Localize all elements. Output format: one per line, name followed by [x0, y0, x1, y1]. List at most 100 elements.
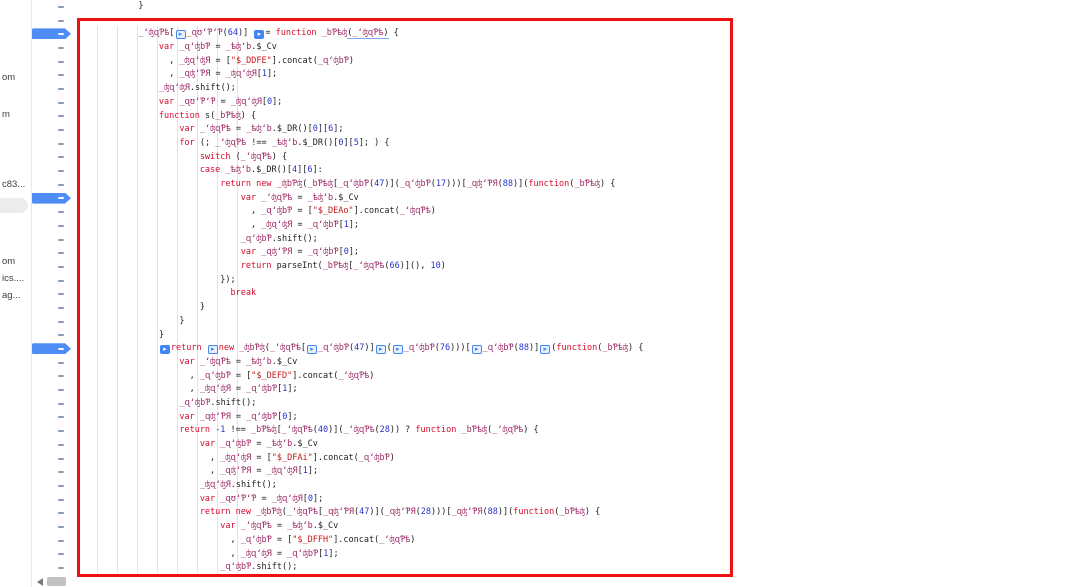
gutter-cell[interactable]: [33, 329, 72, 343]
code-text: }: [77, 315, 184, 329]
gutter-cell[interactable]: [33, 465, 72, 479]
gutter-cell[interactable]: [33, 178, 72, 192]
code-line: return -1 !== _bƤѣʤ[_ʻʤɋƤѣ(40)](_ʻʤɋƤѣ(2…: [33, 424, 1080, 438]
gutter-cell[interactable]: [33, 41, 72, 55]
gutter-cell[interactable]: [33, 96, 72, 110]
code-text: function s(_bƤѣʤ) {: [77, 110, 256, 124]
gutter-cell[interactable]: [33, 110, 72, 124]
file-tree-selection-highlight[interactable]: [0, 198, 28, 213]
inline-breakpoint-icon[interactable]: ▸: [540, 345, 550, 354]
inline-breakpoint-icon[interactable]: ▸: [307, 345, 317, 354]
gutter-dash: [58, 184, 64, 186]
gutter-cell[interactable]: [33, 287, 72, 301]
gutter-dash: [58, 403, 64, 405]
code-text: return parseInt(_bƤѣʤ[_ʻʤɋƤѣ(66)](), 10): [77, 260, 446, 274]
gutter-cell[interactable]: [33, 260, 72, 274]
code-text: , _ɋʻʤbƤ = ["$_DEAo"].concat(_ʻʤɋƤѣ): [77, 205, 436, 219]
file-tree-item[interactable]: ics....: [2, 273, 24, 284]
gutter-cell[interactable]: [33, 424, 72, 438]
gutter-cell[interactable]: [33, 356, 72, 370]
code-text: var _ʻʤɋƤѣ = _ѣʤʻb.$_Cv: [77, 192, 359, 206]
code-line: function s(_bƤѣʤ) {: [33, 110, 1080, 124]
inline-breakpoint-icon[interactable]: ▸: [254, 30, 264, 39]
gutter-cell[interactable]: [33, 137, 72, 151]
gutter-dash: [58, 47, 64, 49]
code-line: _ɋʻʤbƤ.shift();: [33, 233, 1080, 247]
code-area[interactable]: } _ʻʤɋƤѣ[▸_ɋʊʻƤʻƤ(64)] ▸= function _bƤѣʤ(…: [33, 0, 1080, 575]
breakpoint-badge[interactable]: [31, 343, 71, 354]
gutter-cell[interactable]: [33, 534, 72, 548]
file-tree-item[interactable]: om: [2, 256, 15, 267]
file-tree-panel: om m c83... om ics.... ag...: [0, 0, 32, 587]
h-scrollbar[interactable]: [33, 576, 733, 587]
file-tree-item[interactable]: c83...: [2, 179, 25, 190]
gutter-dash: [58, 471, 64, 473]
gutter-cell[interactable]: [33, 397, 72, 411]
code-text: var _ɋʊʻƤʻƤ = _ʤɋʻʤЯ[0];: [77, 96, 282, 110]
gutter-cell[interactable]: [33, 520, 72, 534]
code-line: , _ʤɋʻʤЯ = _ɋʻʤbƤ[1];: [33, 383, 1080, 397]
gutter-cell[interactable]: [33, 192, 72, 206]
code-line: }: [33, 329, 1080, 343]
code-text: var _ʻʤɋƤѣ = _ѣʤʻb.$_DR()[0][6];: [77, 123, 343, 137]
gutter-cell[interactable]: [33, 315, 72, 329]
code-line: var _ɋʊʻƤʻƤ = _ʤɋʻʤЯ[0];: [33, 493, 1080, 507]
gutter-cell[interactable]: [33, 493, 72, 507]
gutter-cell[interactable]: [33, 205, 72, 219]
gutter-cell[interactable]: [33, 55, 72, 69]
inline-breakpoint-icon[interactable]: ▸: [176, 30, 186, 39]
gutter-cell[interactable]: [33, 274, 72, 288]
gutter-dash: [58, 33, 64, 35]
gutter-cell[interactable]: [33, 233, 72, 247]
code-text: var _ʻʤɋƤѣ = _ѣʤʻb.$_Cv: [77, 356, 297, 370]
gutter-dash: [58, 321, 64, 323]
file-tree-item[interactable]: m: [2, 109, 10, 120]
breakpoint-badge[interactable]: [31, 28, 71, 39]
code-line: , _ɋʻʤbƤ = ["$_DEAo"].concat(_ʻʤɋƤѣ): [33, 205, 1080, 219]
gutter-cell[interactable]: [33, 164, 72, 178]
inline-breakpoint-icon[interactable]: ▸: [208, 345, 218, 354]
code-text: var _ɋʤʻƤЯ = _ɋʻʤbƤ[0];: [77, 246, 359, 260]
gutter-cell[interactable]: [33, 383, 72, 397]
gutter-cell[interactable]: [33, 219, 72, 233]
file-tree-item[interactable]: ag...: [2, 290, 21, 301]
gutter-dash: [58, 553, 64, 555]
gutter-cell[interactable]: [33, 548, 72, 562]
breakpoint-badge[interactable]: [31, 193, 71, 204]
gutter-dash: [58, 485, 64, 487]
gutter-cell[interactable]: [33, 438, 72, 452]
code-line: _ʤɋʻʤЯ.shift();: [33, 82, 1080, 96]
gutter-cell[interactable]: [33, 370, 72, 384]
code-text: _ɋʻʤbƤ.shift();: [77, 233, 318, 247]
inline-breakpoint-icon[interactable]: ▸: [393, 345, 403, 354]
gutter-cell[interactable]: [33, 151, 72, 165]
gutter-cell[interactable]: [33, 82, 72, 96]
code-line: var _ɋʤʻƤЯ = _ɋʻʤbƤ[0];: [33, 246, 1080, 260]
code-line: return new _ʤbƤʤ(_ʻʤɋƤѣ[_ɋʤʻƤЯ(47)](_ɋʤʻ…: [33, 506, 1080, 520]
gutter-cell[interactable]: [33, 14, 72, 28]
gutter-cell[interactable]: [33, 506, 72, 520]
gutter-cell[interactable]: [33, 301, 72, 315]
gutter-dash: [58, 375, 64, 377]
gutter-cell[interactable]: [33, 342, 72, 356]
gutter-cell[interactable]: [33, 0, 72, 14]
gutter-cell[interactable]: [33, 27, 72, 41]
inline-breakpoint-icon[interactable]: ▸: [472, 345, 482, 354]
gutter-cell[interactable]: [33, 561, 72, 575]
gutter-cell[interactable]: [33, 411, 72, 425]
inline-breakpoint-icon[interactable]: ▸: [160, 345, 170, 354]
scroll-thumb[interactable]: [47, 577, 66, 586]
code-text: ▸return ▸new _ʤbƤʤ(_ʻʤɋƤѣ[▸_ɋʻʤbƤ(47)]▸(…: [77, 342, 643, 356]
gutter-cell[interactable]: [33, 246, 72, 260]
file-tree-item[interactable]: om: [2, 72, 15, 83]
scroll-left-arrow-icon[interactable]: [37, 578, 43, 586]
inline-breakpoint-icon[interactable]: ▸: [376, 345, 386, 354]
gutter-cell[interactable]: [33, 123, 72, 137]
gutter-cell[interactable]: [33, 452, 72, 466]
gutter-dash: [58, 170, 64, 172]
gutter-cell[interactable]: [33, 479, 72, 493]
gutter-cell[interactable]: [33, 68, 72, 82]
code-line: _ʻʤɋƤѣ[▸_ɋʊʻƤʻƤ(64)] ▸= function _bƤѣʤ(_…: [33, 27, 1080, 41]
code-text: }: [77, 301, 205, 315]
code-line: , _ɋʻʤbƤ = ["$_DEFD"].concat(_ʻʤɋƤѣ): [33, 370, 1080, 384]
